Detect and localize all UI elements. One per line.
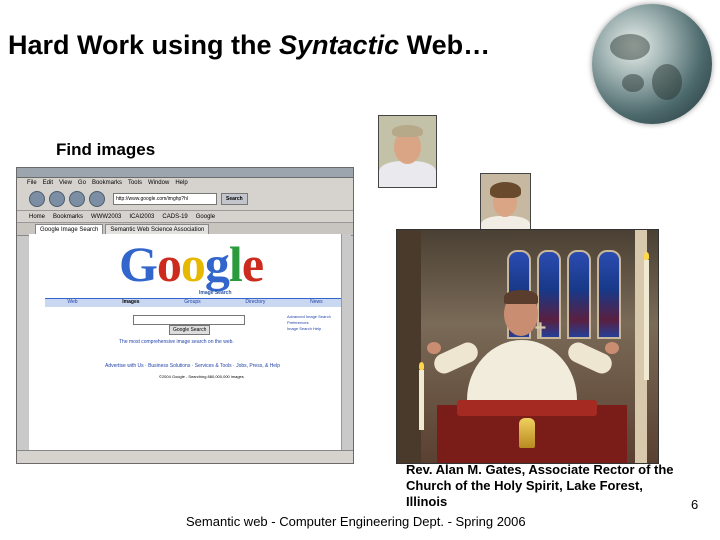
google-logo: Google [119, 236, 264, 292]
bookmarks-bar: Home Bookmarks WWW2003 ICAI2003 CADS-19 … [17, 211, 353, 223]
bookmark-item[interactable]: Google [196, 214, 215, 220]
portrait-hair [392, 125, 423, 137]
logo-letter: e [241, 236, 264, 292]
portrait-photo-man [378, 115, 437, 188]
google-nav-tabs: Web Images Groups Directory News [45, 298, 345, 307]
browser-navbar: http://www.google.com/imghp?hl Search [17, 188, 353, 211]
slide-title: Hard Work using the Syntactic Web… [8, 30, 490, 61]
reload-icon[interactable] [69, 191, 85, 207]
menu-item[interactable]: Bookmarks [92, 180, 122, 186]
browser-statusbar [17, 450, 353, 463]
globe-continent [652, 64, 682, 100]
title-italic: Syntactic [279, 30, 400, 60]
priest-hand [427, 342, 441, 354]
bookmark-item[interactable]: CADS-19 [162, 214, 187, 220]
google-tagline[interactable]: The most comprehensive image search on t… [119, 339, 234, 345]
google-search-input[interactable] [133, 315, 245, 325]
portrait-photo-woman [480, 173, 531, 237]
pillar [397, 230, 421, 463]
google-footer-links[interactable]: Advertise with Us · Business Solutions ·… [105, 363, 280, 369]
flame [644, 252, 649, 260]
url-field[interactable]: http://www.google.com/imghp?hl [113, 193, 217, 205]
church-photo: ✝ [396, 229, 659, 464]
browser-search-button[interactable]: Search [221, 193, 248, 205]
priest-hand [605, 342, 619, 354]
browser-menubar: File Edit View Go Bookmarks Tools Window… [17, 178, 353, 188]
bookmark-item[interactable]: Bookmarks [53, 214, 83, 220]
priest-hair [504, 290, 538, 304]
menu-item[interactable]: Help [175, 180, 187, 186]
browser-titlebar [17, 168, 353, 178]
title-part-1: Hard Work using the [8, 30, 280, 60]
logo-letter: o [156, 236, 182, 292]
browser-content: Google Image Search Web Images Groups Di… [29, 234, 345, 452]
logo-subtitle: Image Search [199, 290, 232, 296]
candle [419, 370, 424, 430]
forward-icon[interactable] [49, 191, 65, 207]
google-tab-news[interactable]: News [310, 299, 323, 307]
google-search-button[interactable]: Google Search [169, 325, 211, 335]
slide-footer: Semantic web - Computer Engineering Dept… [186, 514, 526, 529]
photo-caption: Rev. Alan M. Gates, Associate Rector of … [406, 462, 674, 509]
candle [644, 260, 649, 380]
menu-item[interactable]: Tools [128, 180, 142, 186]
menu-item[interactable]: Edit [43, 180, 53, 186]
menu-item[interactable]: View [59, 180, 72, 186]
bookmark-item[interactable]: ICAI2003 [129, 214, 154, 220]
google-tab-web[interactable]: Web [67, 299, 77, 307]
portrait-shirt [379, 161, 436, 187]
globe-continent [622, 74, 644, 92]
logo-letter: l [228, 236, 243, 292]
logo-letter: g [204, 236, 230, 292]
google-tab-images[interactable]: Images [122, 299, 139, 307]
globe-continent [610, 34, 650, 60]
google-copyright: ©2004 Google - Searching 880,000,000 ima… [159, 374, 244, 379]
google-tab-groups[interactable]: Groups [184, 299, 200, 307]
stained-glass-window [597, 250, 621, 339]
bookmark-item[interactable]: WWW2003 [91, 214, 121, 220]
chalice [519, 418, 535, 448]
flame [419, 362, 424, 370]
stop-icon[interactable] [89, 191, 105, 207]
page-number: 6 [691, 497, 699, 512]
menu-item[interactable]: Go [78, 180, 86, 186]
back-icon[interactable] [29, 191, 45, 207]
bookmark-item[interactable]: Home [29, 214, 45, 220]
google-side-links: Advanced Image Search Preferences Image … [287, 314, 331, 332]
logo-letter: G [119, 236, 158, 292]
globe-image [592, 4, 712, 124]
subheading: Find images [56, 140, 156, 159]
vertical-scrollbar[interactable] [341, 234, 351, 452]
logo-letter: o [180, 236, 206, 292]
stained-glass-window [567, 250, 591, 339]
portrait-hair [490, 182, 521, 198]
title-part-2: Web… [399, 30, 491, 60]
google-tab-directory[interactable]: Directory [245, 299, 265, 307]
menu-item[interactable]: Window [148, 180, 169, 186]
altar-book [457, 400, 597, 416]
browser-screenshot: File Edit View Go Bookmarks Tools Window… [16, 167, 354, 464]
menu-item[interactable]: File [27, 180, 37, 186]
side-link[interactable]: Image Search Help [287, 326, 331, 332]
